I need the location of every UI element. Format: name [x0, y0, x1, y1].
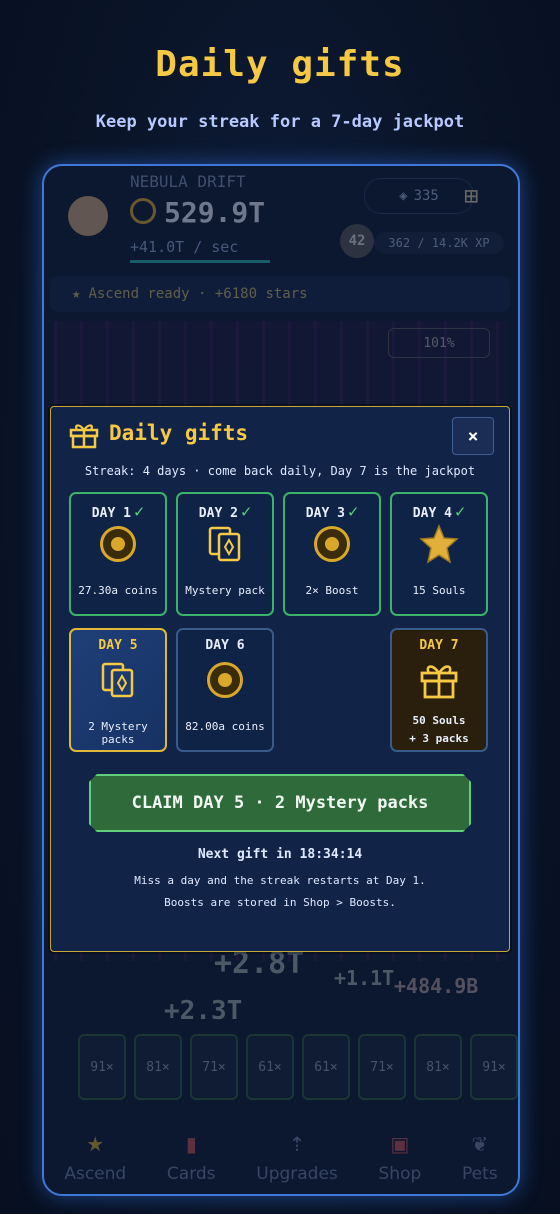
day-card-3[interactable]: DAY 3 ✓ 2× Boost [283, 492, 381, 616]
day-reward: Mystery pack [185, 584, 265, 597]
coin-balance: 529.9T [130, 196, 265, 229]
level-badge: 42 [340, 224, 374, 258]
check-icon: ✓ [240, 502, 252, 522]
day-label: DAY 7 [419, 638, 459, 653]
close-button[interactable]: × [452, 417, 494, 455]
gem-icon: ◈ [399, 188, 408, 204]
slot: 61× [246, 1034, 294, 1100]
coin-icon [312, 524, 352, 564]
floating-number: +484.9B [394, 974, 479, 998]
gem-counter[interactable]: ◈ 335 [364, 178, 474, 214]
income-bar [130, 260, 270, 263]
card-pack-icon [205, 524, 245, 564]
avatar[interactable] [68, 196, 108, 236]
star-icon: ★ [86, 1132, 105, 1156]
nav-label: Ascend [64, 1164, 127, 1184]
star-icon: ★ [72, 286, 81, 302]
day-label: DAY 4 ✓ [392, 502, 486, 522]
floating-number: +1.1T [334, 966, 395, 990]
game-name: NEBULA DRIFT [130, 172, 246, 191]
day-reward: 15 Souls [412, 584, 466, 597]
slot: 61× [302, 1034, 350, 1100]
day-label-text: DAY 4 [412, 506, 452, 521]
modal-title: Daily gifts [109, 421, 249, 445]
coin-icon [98, 524, 138, 564]
day-card-4[interactable]: DAY 4 ✓ 15 Souls [390, 492, 488, 616]
day-reward-line: 50 Souls [412, 714, 466, 727]
star-icon [419, 524, 459, 564]
boost-note: Boosts are stored in Shop > Boosts. [164, 896, 396, 909]
day-label: DAY 6 [205, 638, 245, 653]
ascend-banner[interactable]: ★ Ascend ready · +6180 stars [50, 276, 510, 312]
day-reward: 2× Boost [305, 584, 359, 597]
day-card-1[interactable]: DAY 1 ✓ 27.30a coins [69, 492, 167, 616]
nav-cards[interactable]: ▮ Cards [167, 1132, 216, 1184]
nav-upgrades[interactable]: ⇡ Upgrades [256, 1132, 338, 1184]
check-icon: ✓ [133, 502, 145, 522]
xp-bar: 362 / 14.2K XP [374, 232, 504, 254]
gift-icon [69, 424, 99, 449]
day-label-text: DAY 2 [198, 506, 238, 521]
coin-icon [130, 198, 156, 224]
cards-icon: ▮ [185, 1132, 197, 1156]
page-subtitle: Keep your streak for a 7-day jackpot [95, 112, 465, 132]
day-reward: 27.30a coins [78, 584, 158, 597]
check-icon: ✓ [454, 502, 466, 522]
nav-label: Cards [166, 1164, 216, 1184]
day-card-7[interactable]: DAY 7 50 Souls + 3 packs [390, 628, 488, 752]
gift-shortcut-icon[interactable]: ⊞ [464, 182, 478, 210]
nav-label: Shop [378, 1164, 422, 1184]
slot: 81× [134, 1034, 182, 1100]
coin-balance-value: 529.9T [164, 196, 266, 229]
nav-pets[interactable]: ❦ Pets [462, 1132, 498, 1184]
gem-count: 335 [413, 188, 439, 204]
nav-ascend[interactable]: ★ Ascend [64, 1132, 126, 1184]
multiplier-badge: 101% [388, 328, 490, 358]
page-title: Daily gifts [155, 44, 405, 85]
next-gift-timer: Next gift in 18:34:14 [197, 847, 363, 862]
bottom-nav: ★ Ascend ▮ Cards ⇡ Upgrades ▣ Shop ❦ Pets [44, 1108, 518, 1194]
day-reward-line: + 3 packs [409, 732, 469, 745]
day-label-text: DAY 3 [305, 506, 345, 521]
card-pack-icon [98, 660, 138, 700]
day-label: DAY 3 ✓ [285, 502, 379, 522]
claim-button[interactable]: CLAIM DAY 5 · 2 Mystery packs [89, 774, 471, 832]
nav-label: Pets [461, 1164, 498, 1184]
streak-note: Miss a day and the streak restarts at Da… [134, 874, 426, 887]
coin-icon [205, 660, 245, 700]
day-card-2[interactable]: DAY 2 ✓ Mystery pack [176, 492, 274, 616]
shop-icon: ▣ [390, 1132, 410, 1156]
day-card-5[interactable]: DAY 5 2 Mystery packs [69, 628, 167, 752]
day-label-text: DAY 1 [91, 506, 131, 521]
gift-icon [419, 660, 459, 700]
slot: 71× [358, 1034, 406, 1100]
ascend-banner-text: Ascend ready · +6180 stars [88, 286, 308, 302]
day-reward: 50 Souls + 3 packs [392, 712, 486, 748]
slot: 81× [414, 1034, 462, 1100]
streak-text: Streak: 4 days · come back daily, Day 7 … [84, 464, 476, 478]
check-icon: ✓ [347, 502, 359, 522]
day-reward: 82.00a coins [185, 720, 265, 733]
day-label: DAY 1 ✓ [71, 502, 165, 522]
floating-number: +2.3T [164, 996, 243, 1026]
day-card-6[interactable]: DAY 6 82.00a coins [176, 628, 274, 752]
paw-icon: ❦ [471, 1132, 489, 1156]
multiplier-slots: 91× 81× 71× 61× 61× 71× 81× 91× [78, 1034, 518, 1100]
nav-shop[interactable]: ▣ Shop [379, 1132, 422, 1184]
day-label: DAY 5 [98, 638, 138, 653]
income-rate: +41.0T / sec [130, 238, 239, 256]
nav-label: Upgrades [256, 1164, 338, 1184]
slot: 71× [190, 1034, 238, 1100]
day-label: DAY 2 ✓ [178, 502, 272, 522]
upgrade-arrow-icon: ⇡ [288, 1132, 306, 1156]
close-icon: × [467, 425, 479, 447]
day-reward: 2 Mystery packs [88, 720, 148, 746]
daily-gifts-modal: Daily gifts × Streak: 4 days · come back… [50, 406, 510, 952]
slot: 91× [470, 1034, 518, 1100]
slot: 91× [78, 1034, 126, 1100]
